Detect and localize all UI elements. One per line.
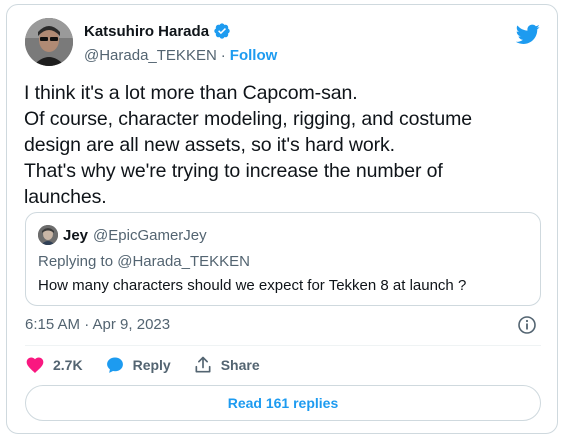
tweet-line: design are all new assets, so it's hard … [24, 134, 395, 156]
reply-button[interactable]: Reply [105, 355, 171, 375]
quoted-author-name: Jey [63, 226, 89, 244]
author-name[interactable]: Katsuhiro Harada [84, 23, 209, 40]
author-avatar[interactable] [25, 18, 73, 66]
tweet-line: launches. [24, 186, 107, 208]
info-icon[interactable] [517, 315, 537, 335]
separator-dot: · [220, 46, 226, 64]
author-handle[interactable]: @Harada_TEKKEN [84, 47, 217, 64]
reply-bubble-icon [106, 357, 123, 373]
verified-badge-icon [213, 22, 231, 40]
author-info: Katsuhiro Harada @Harada_TEKKEN · Follow [84, 21, 277, 65]
replying-to-label: Replying to @Harada_TEKKEN [38, 253, 250, 270]
quoted-text: How many characters should we expect for… [38, 277, 467, 294]
tweet-timestamp[interactable]: 6:15 AM · Apr 9, 2023 [25, 316, 170, 333]
share-button[interactable]: Share [193, 355, 260, 375]
reply-label: Reply [132, 357, 171, 373]
quoted-author-handle: @EpicGamerJey [93, 226, 207, 244]
quoted-tweet[interactable]: Jey @EpicGamerJey Replying to @Harada_TE… [25, 212, 541, 306]
like-count: 2.7K [53, 357, 83, 373]
action-bar: 2.7K Reply Share [25, 353, 282, 377]
tweet-body: I think it's a lot more than Capcom-san.… [24, 80, 544, 210]
twitter-bird-icon[interactable] [515, 22, 540, 46]
divider [25, 345, 541, 346]
quoted-avatar [38, 225, 58, 245]
follow-button[interactable]: Follow [230, 47, 278, 64]
tweet-line: I think it's a lot more than Capcom-san. [24, 82, 358, 104]
tweet-card: Katsuhiro Harada @Harada_TEKKEN · Follow… [6, 4, 558, 434]
like-button[interactable]: 2.7K [25, 355, 83, 375]
share-icon [195, 356, 211, 373]
share-label: Share [220, 357, 260, 373]
tweet-line: That's why we're trying to increase the … [24, 160, 443, 182]
read-replies-button[interactable]: Read 161 replies [25, 385, 541, 421]
tweet-line: Of course, character modeling, rigging, … [24, 108, 472, 130]
heart-icon [26, 357, 44, 374]
